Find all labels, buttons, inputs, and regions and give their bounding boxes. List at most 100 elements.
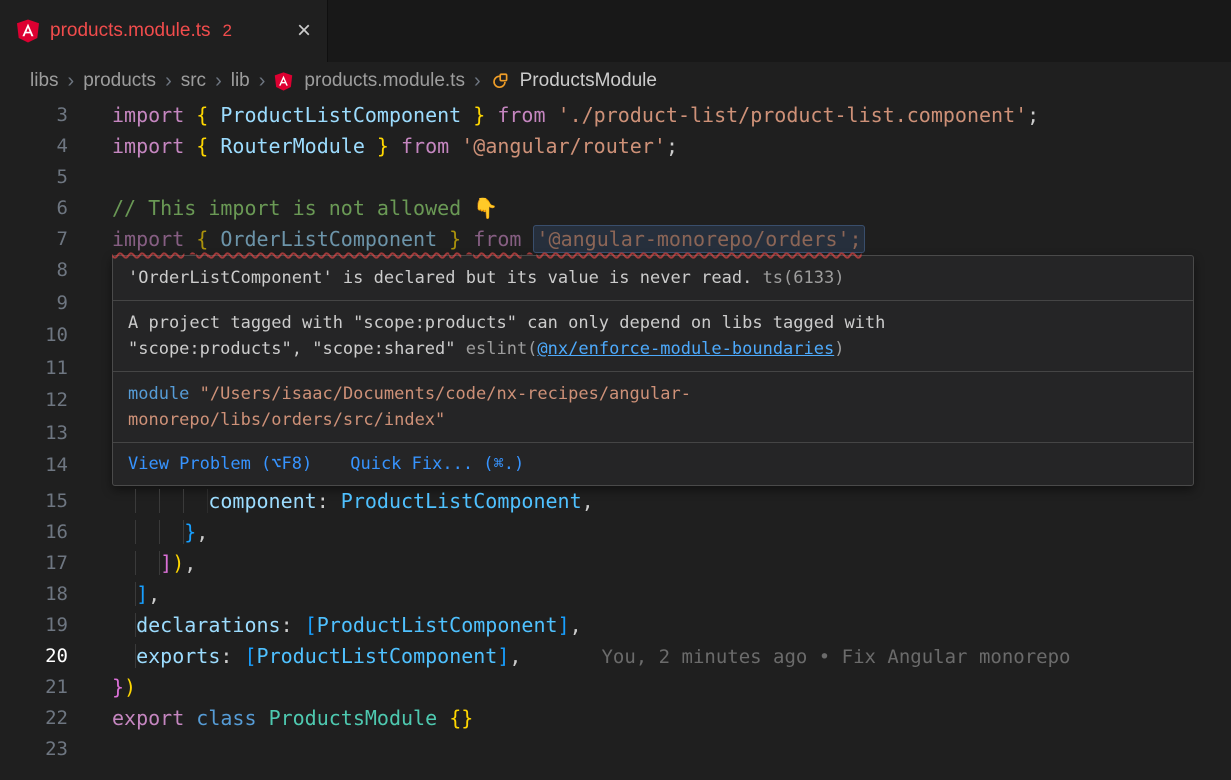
code-lines-bottom: 15 component: ProductListComponent,16 },… xyxy=(0,486,1231,765)
token xyxy=(112,520,184,544)
code-line-content: import { OrderListComponent } from '@ang… xyxy=(112,224,865,255)
line-number: 21 xyxy=(0,672,68,703)
line-number: 19 xyxy=(0,610,68,641)
code-line-15[interactable]: 15 component: ProductListComponent, xyxy=(0,486,1231,517)
eslint-rule-link[interactable]: @nx/enforce-module-boundaries xyxy=(537,339,834,359)
token: , xyxy=(196,520,208,544)
token: ProductListComponent xyxy=(257,644,498,668)
close-icon[interactable]: × xyxy=(297,19,311,43)
token: , xyxy=(582,489,594,513)
ts-diagnostic-code: ts(6133) xyxy=(752,268,844,288)
token: ProductListComponent xyxy=(341,489,582,513)
token: ; xyxy=(666,134,678,158)
token: ] xyxy=(160,551,172,575)
quick-fix-action[interactable]: Quick Fix... (⌘.) xyxy=(350,451,524,477)
breadcrumb-item-file[interactable]: products.module.ts xyxy=(304,70,465,92)
token xyxy=(184,227,196,251)
code-editor[interactable]: 3 import { ProductListComponent } from '.… xyxy=(0,100,1231,765)
token: , xyxy=(184,551,196,575)
breadcrumb-item-src[interactable]: src xyxy=(181,70,206,92)
token: import xyxy=(112,227,184,251)
module-keyword: module xyxy=(128,384,189,404)
hover-actions: View Problem (⌥F8) Quick Fix... (⌘.) xyxy=(113,443,1193,485)
breadcrumb-item-libs[interactable]: libs xyxy=(30,70,59,92)
tab-products-module[interactable]: products.module.ts 2 × xyxy=(0,0,328,62)
view-problem-action[interactable]: View Problem (⌥F8) xyxy=(128,451,312,477)
token: ] xyxy=(497,644,509,668)
code-line-7[interactable]: 7 import { OrderListComponent } from '@an… xyxy=(0,224,1231,255)
chevron-separator: › xyxy=(68,70,75,93)
ts-diagnostic-section: 'OrderListComponent' is declared but its… xyxy=(113,256,1193,301)
line-number: 8 xyxy=(0,258,68,283)
code-line-3[interactable]: 3 import { ProductListComponent } from '.… xyxy=(0,100,1231,131)
token: ) xyxy=(124,675,136,699)
token: '@angular/router' xyxy=(461,134,666,158)
module-path-part2: monorepo/libs/orders/src/index" xyxy=(128,410,445,430)
code-line-6[interactable]: 6 // This import is not allowed 👇 xyxy=(0,193,1231,224)
breadcrumb: libs › products › src › lib › products.m… xyxy=(0,62,1231,100)
code-line-18[interactable]: 18 ], xyxy=(0,579,1231,610)
tab-problems-badge: 2 xyxy=(223,21,232,41)
token: : xyxy=(220,644,244,668)
git-blame-annotation: You, 2 minutes ago • Fix Angular monorep… xyxy=(601,646,1070,668)
module-info-section: module "/Users/isaac/Documents/code/nx-r… xyxy=(113,372,1193,443)
token: ProductsModule xyxy=(269,706,438,730)
token xyxy=(449,134,461,158)
token xyxy=(485,103,497,127)
code-line-content: import { ProductListComponent } from './… xyxy=(112,100,1039,131)
token: export xyxy=(112,706,184,730)
code-line-content: // This import is not allowed 👇 xyxy=(112,193,498,224)
token: [ xyxy=(244,644,256,668)
breadcrumb-item-products[interactable]: products xyxy=(83,70,156,92)
line-number: 17 xyxy=(0,548,68,579)
token xyxy=(184,103,196,127)
code-line-content: declarations: [ProductListComponent], xyxy=(112,610,582,641)
token: ; xyxy=(1027,103,1039,127)
token: } xyxy=(377,134,389,158)
token: } xyxy=(112,675,124,699)
code-line-content: }, xyxy=(112,517,208,548)
token xyxy=(184,134,196,158)
token: ) xyxy=(172,551,184,575)
code-line-4[interactable]: 4import { RouterModule } from '@angular/… xyxy=(0,131,1231,162)
token: : xyxy=(317,489,341,513)
token: from xyxy=(497,103,545,127)
eslint-source-close: ) xyxy=(834,339,844,359)
token: import xyxy=(112,103,184,127)
code-line-21[interactable]: 21}) xyxy=(0,672,1231,703)
line-number: 6 xyxy=(0,193,68,224)
editor-tab-bar: products.module.ts 2 × xyxy=(0,0,1231,62)
token: } xyxy=(449,227,461,251)
breadcrumb-item-symbol[interactable]: ProductsModule xyxy=(520,70,657,92)
token xyxy=(461,227,473,251)
code-line-20[interactable]: 20 exports: [ProductListComponent],You, … xyxy=(0,641,1231,672)
token: import xyxy=(112,134,184,158)
token: } xyxy=(473,103,485,127)
code-line-17[interactable]: 17 ]), xyxy=(0,548,1231,579)
token: '@angular-monorepo/orders'; xyxy=(533,225,864,253)
token: ] xyxy=(558,613,570,637)
module-path-line2: monorepo/libs/orders/src/index" xyxy=(128,407,1178,433)
eslint-diagnostic-section: A project tagged with "scope:products" c… xyxy=(113,301,1193,372)
code-line-19[interactable]: 19 declarations: [ProductListComponent], xyxy=(0,610,1231,641)
code-line-22[interactable]: 22export class ProductsModule {} xyxy=(0,703,1231,734)
token: : xyxy=(281,613,305,637)
code-line-23[interactable]: 23 xyxy=(0,734,1231,765)
token xyxy=(437,706,449,730)
code-line-content: component: ProductListComponent, xyxy=(112,486,594,517)
token: ProductListComponent xyxy=(317,613,558,637)
token: declarations xyxy=(136,613,281,637)
token xyxy=(184,706,196,730)
line-number: 9 xyxy=(0,291,68,316)
token xyxy=(257,706,269,730)
code-line-5[interactable]: 5 xyxy=(0,162,1231,193)
code-line-16[interactable]: 16 }, xyxy=(0,517,1231,548)
line-number: 7 xyxy=(0,224,68,255)
token: , xyxy=(509,644,521,668)
vscode-window: products.module.ts 2 × libs › products ›… xyxy=(0,0,1231,780)
line-number: 3 xyxy=(0,100,68,131)
breadcrumb-item-lib[interactable]: lib xyxy=(231,70,250,92)
eslint-message-line2-text: "scope:products", "scope:shared" xyxy=(128,339,466,359)
code-line-content: export class ProductsModule {} xyxy=(112,703,473,734)
token: from xyxy=(473,227,521,251)
